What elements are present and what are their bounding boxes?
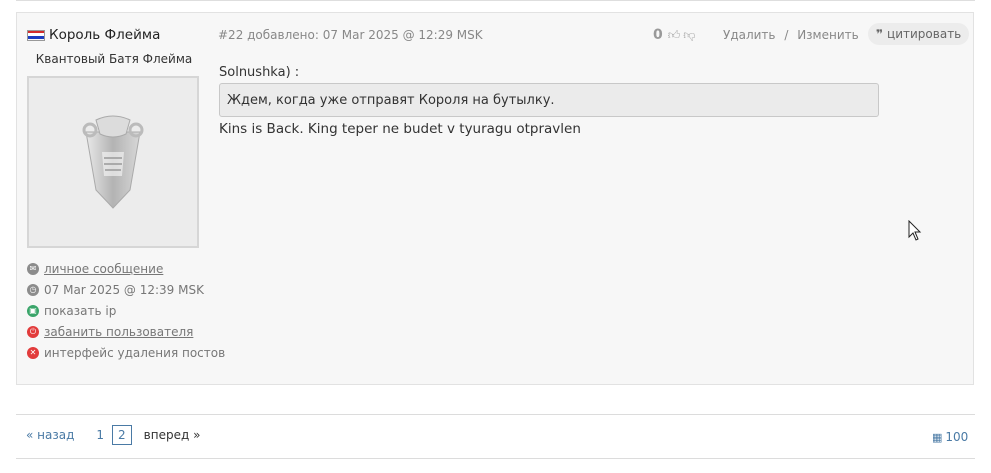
user-actions: ✉ личное сообщение ◷ 07 Mar 2025 @ 12:39…: [27, 258, 225, 363]
author-name[interactable]: Король Флейма: [49, 27, 160, 43]
quote-button-label: цитировать: [887, 27, 962, 41]
last-visit-text: 07 Mar 2025 @ 12:39 MSK: [44, 282, 204, 297]
ip-icon: ▣: [27, 304, 39, 317]
private-message-link[interactable]: личное сообщение: [44, 262, 163, 276]
thumbs-up-icon[interactable]: 👍︎: [668, 28, 681, 43]
per-page-value: 100: [945, 430, 969, 444]
pagination: « назад 1 2 вперед »: [26, 425, 200, 445]
trophy-icon: [82, 115, 144, 209]
quote-button[interactable]: ❞ цитировать: [868, 23, 970, 45]
action-private-message[interactable]: ✉ личное сообщение: [27, 258, 225, 279]
ban-user-link[interactable]: забанить пользователя: [44, 325, 193, 339]
post-rating: 0 👍︎ 👎︎: [653, 27, 695, 43]
author-title: Квантовый Батя Флейма: [35, 52, 193, 66]
pager-page-current: 2: [112, 425, 132, 445]
delete-link[interactable]: Удалить: [723, 28, 776, 42]
action-show-ip[interactable]: ▣ показать ip: [27, 300, 225, 321]
avatar: [27, 76, 199, 248]
pager-page-1[interactable]: 1: [96, 428, 104, 442]
envelope-icon: ✉: [27, 262, 39, 275]
flag-icon: [27, 29, 45, 41]
pager-top-divider: [16, 414, 975, 415]
quote-box: Ждем, когда уже отправят Короля на бутыл…: [219, 83, 879, 117]
clock-icon: ◷: [27, 283, 39, 296]
power-icon: ⏻: [27, 325, 39, 338]
delete-posts-link[interactable]: интерфейс удаления постов: [44, 346, 225, 360]
edit-link[interactable]: Изменить: [797, 28, 859, 42]
pager-prev-link[interactable]: « назад: [26, 428, 74, 442]
rating-score: 0: [653, 27, 663, 43]
separator: /: [784, 28, 789, 42]
quote-icon: ❞: [876, 27, 884, 41]
post-meta[interactable]: #22 добавлено: 07 Mar 2025 @ 12:29 MSK: [218, 28, 483, 42]
edit-links: Удалить / Изменить: [723, 28, 859, 42]
quote-author: Solnushka) :: [219, 65, 300, 80]
thumbs-down-icon[interactable]: 👎︎: [683, 28, 695, 43]
forum-post: Король Флейма Квантовый Батя Флейма ✉ ли…: [16, 12, 974, 385]
pager-next-link[interactable]: вперед »: [144, 428, 201, 442]
author-name-block[interactable]: Король Флейма: [27, 27, 160, 43]
mouse-cursor-icon: [908, 220, 922, 241]
action-last-visit: ◷ 07 Mar 2025 @ 12:39 MSK: [27, 279, 225, 300]
calculator-icon: ▦: [932, 430, 943, 444]
action-delete-posts[interactable]: ✕ интерфейс удаления постов: [27, 342, 225, 363]
show-ip-link[interactable]: показать ip: [44, 304, 116, 318]
top-divider: [16, 0, 975, 1]
per-page-selector[interactable]: ▦ 100: [932, 430, 968, 444]
post-text: Kins is Back. King teper ne budet v tyur…: [219, 121, 581, 137]
action-ban-user[interactable]: ⏻ забанить пользователя: [27, 321, 225, 342]
delete-icon: ✕: [27, 346, 39, 359]
pager-bottom-divider: [16, 458, 975, 459]
